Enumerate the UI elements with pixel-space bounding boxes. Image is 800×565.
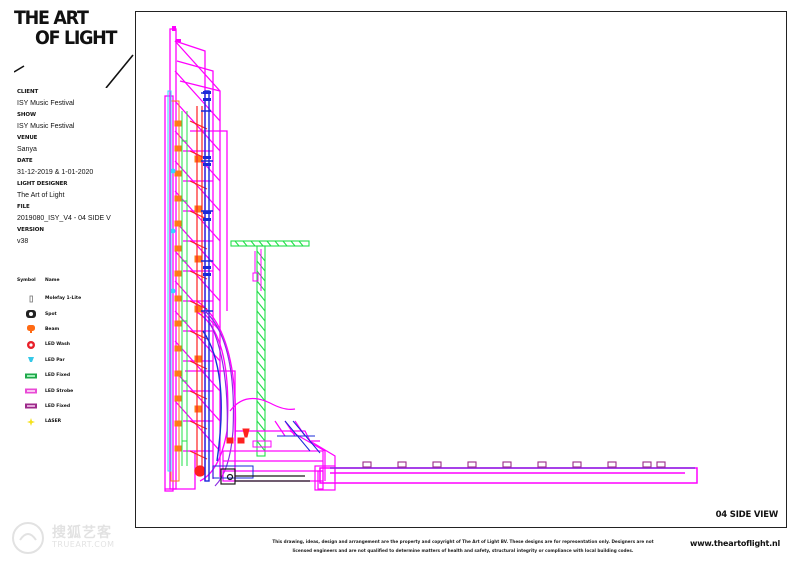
laser-icon: [27, 417, 35, 426]
spot-icon: [26, 310, 36, 319]
watermark-logo-icon: [12, 522, 44, 554]
legend-item-label: LED Strobe: [45, 388, 74, 394]
logo: THE ART OF LIGHT: [14, 8, 134, 88]
project-info: CLIENT ISY Music Festival SHOW ISY Music…: [17, 88, 132, 249]
legend-item: LED Fixed: [17, 368, 132, 383]
legend-item: LED Fixed: [17, 399, 132, 414]
legend-item: LED Strobe: [17, 383, 132, 398]
watermark: 搜狐艺客 TRUEART.COM: [8, 518, 138, 558]
meta-label: VENUE: [17, 135, 38, 141]
legend-item-label: Spot: [45, 311, 57, 317]
runway-fixtures: [362, 461, 666, 468]
led-wash-icon: [27, 340, 35, 349]
fixture-column-cyan: [167, 90, 176, 472]
fixture-legend: Symbol Name Molefay 1-Lite Spot Beam LED …: [17, 276, 132, 430]
copyright-line-2: licensed engineers and are not qualified…: [292, 548, 634, 553]
legend-item: LASER: [17, 414, 132, 429]
meta-file: FILE 2019080_ISY_V4 - 04 SIDE V: [17, 203, 132, 226]
legend-item-label: Beam: [45, 326, 60, 332]
meta-value: v38: [17, 238, 29, 245]
side-view-drawing: [164, 26, 698, 492]
led-fixed-green-icon: [25, 373, 37, 379]
copyright-line-1: This drawing, ideas, design and arrangem…: [272, 539, 654, 544]
legend-item: Spot: [17, 306, 132, 321]
meta-show: SHOW ISY Music Festival: [17, 111, 132, 134]
meta-label: LIGHT DESIGNER: [17, 181, 68, 187]
meta-version: VERSION v38: [17, 226, 132, 249]
copyright-note: This drawing, ideas, design and arrangem…: [258, 537, 668, 555]
meta-label: FILE: [17, 204, 30, 210]
logo-slash-icon: [14, 54, 134, 88]
meta-value: 31-12-2019 & 1-01-2020: [17, 169, 94, 176]
legend-item-label: LASER: [45, 419, 62, 425]
meta-value: Sanya: [17, 146, 37, 153]
watermark-text-cn: 搜狐艺客: [52, 525, 112, 541]
legend-item-label: LED Wash: [45, 342, 70, 348]
runway-truss: [319, 467, 698, 484]
meta-venue: VENUE Sanya: [17, 134, 132, 157]
led-strobe-icon: [25, 388, 37, 394]
sidebar: THE ART OF LIGHT CLIENT ISY Music Festiv…: [0, 0, 135, 565]
legend-item-label: LED Par: [45, 357, 65, 363]
legend-header: Symbol Name: [17, 276, 132, 291]
legend-item: Molefay 1-Lite: [17, 291, 132, 306]
meta-label: DATE: [17, 158, 33, 164]
website-url[interactable]: www.theartoflight.nl: [690, 539, 780, 548]
legend-item-label: LED Fixed: [45, 403, 71, 409]
watermark-text-en: TRUEART.COM: [52, 540, 115, 549]
legend-item-label: Molefay 1-Lite: [45, 296, 82, 302]
legend-symbol-header: Symbol: [17, 278, 36, 283]
meta-client: CLIENT ISY Music Festival: [17, 88, 132, 111]
legend-name-header: Name: [45, 278, 60, 283]
meta-value: The Art of Light: [17, 192, 65, 199]
molefay-icon: [29, 295, 33, 303]
meta-label: CLIENT: [17, 89, 39, 95]
meta-label: SHOW: [17, 112, 36, 118]
meta-label: VERSION: [17, 227, 44, 233]
legend-item: LED Par: [17, 353, 132, 368]
beam-icon: [27, 325, 35, 334]
legend-item: Beam: [17, 322, 132, 337]
meta-date: DATE 31-12-2019 & 1-01-2020: [17, 157, 132, 180]
legend-item-label: LED Fixed: [45, 373, 71, 379]
meta-value: 2019080_ISY_V4 - 04 SIDE V: [17, 215, 111, 222]
meta-value: ISY Music Festival: [17, 100, 75, 107]
view-title: 04 SIDE VIEW: [715, 510, 779, 520]
led-fixed-purple-icon: [25, 403, 37, 409]
legend-item: LED Wash: [17, 337, 132, 352]
meta-value: ISY Music Festival: [17, 123, 75, 130]
meta-light-designer: LIGHT DESIGNER The Art of Light: [17, 180, 132, 203]
led-par-icon: [28, 357, 34, 363]
